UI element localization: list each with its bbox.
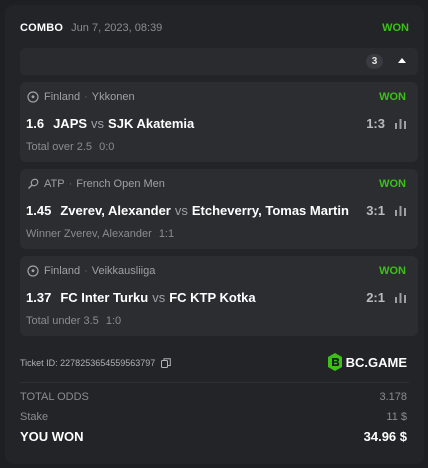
bet-leg-match: 1.6 JAPS vs SJK Akatemia 1:3 xyxy=(26,114,406,132)
stake-label: Stake xyxy=(20,411,49,423)
payout-label: YOU WON xyxy=(20,429,84,444)
stats-bars-icon[interactable] xyxy=(395,205,406,216)
bc-game-logo-icon xyxy=(327,353,342,371)
stake-value: 11 $ xyxy=(386,411,407,423)
caret-up-icon[interactable] xyxy=(398,58,406,63)
away-team: SJK Akatemia xyxy=(108,115,195,131)
bet-slip-card: COMBO Jun 7, 2023, 08:39 WON 3 Finland ·… xyxy=(5,5,424,464)
legs-count-badge: 3 xyxy=(366,54,383,69)
bet-slip-header: COMBO Jun 7, 2023, 08:39 WON xyxy=(20,19,409,37)
selection-label: Winner Zverev, Alexander xyxy=(26,228,152,240)
separator-dot: · xyxy=(84,265,88,277)
bet-leg-competition: Veikkausliiga xyxy=(91,265,156,277)
bet-leg-status: WON xyxy=(379,91,406,103)
bet-leg-status: WON xyxy=(379,265,406,277)
selection-score: 1:1 xyxy=(158,228,175,240)
home-team: FC Inter Turku xyxy=(60,289,149,305)
bet-leg-competition: French Open Men xyxy=(76,178,165,190)
bet-status: WON xyxy=(382,22,409,34)
selection-score: 0:0 xyxy=(99,141,115,153)
away-team: Etcheverry, Tomas Martin xyxy=(191,202,349,218)
bet-leg-country: Finland xyxy=(44,91,81,103)
bet-leg: ATP · French Open Men WON 1.45 Zverev, A… xyxy=(20,169,418,249)
bet-leg-country: ATP xyxy=(44,178,65,190)
home-team: Zverev, Alexander xyxy=(60,202,171,218)
bet-leg-selection: Total under 3.5 1:0 xyxy=(26,315,121,327)
ticket-id-label: Ticket ID: 2278253654559563797 xyxy=(20,358,156,368)
home-team: JAPS xyxy=(53,115,88,131)
total-odds-label: TOTAL ODDS xyxy=(20,391,89,403)
away-team: FC KTP Kotka xyxy=(169,289,256,305)
selection-label: Total over 2.5 xyxy=(26,141,93,153)
selection-score: 1:0 xyxy=(105,315,122,327)
bet-date: Jun 7, 2023, 08:39 xyxy=(71,22,163,34)
bet-leg: Finland · Veikkausliiga WON 1.37 FC Inte… xyxy=(20,256,418,336)
match-score: 2:1 xyxy=(366,289,385,305)
bet-leg-odds: 1.37 xyxy=(26,289,52,305)
match-score: 1:3 xyxy=(366,115,385,131)
separator-dot: · xyxy=(84,91,88,103)
bet-leg: Finland · Ykkonen WON 1.6 JAPS vs SJK Ak… xyxy=(20,82,418,162)
stake-row: Stake 11 $ xyxy=(20,411,407,423)
bet-leg-status: WON xyxy=(379,178,406,190)
bet-leg-match: 1.37 FC Inter Turku vs FC KTP Kotka 2:1 xyxy=(26,288,406,306)
separator-dot: · xyxy=(68,178,73,190)
brand-name: BC.GAME xyxy=(345,354,407,370)
match-score: 3:1 xyxy=(366,202,385,218)
soccer-ball-icon xyxy=(27,91,39,103)
total-odds-row: TOTAL ODDS 3.178 xyxy=(20,391,407,403)
total-odds-value: 3.178 xyxy=(379,391,407,403)
stats-bars-icon[interactable] xyxy=(395,118,406,129)
bet-type-label: COMBO xyxy=(20,22,64,34)
payout-value: 34.96 $ xyxy=(363,429,407,444)
bet-leg-match: 1.45 Zverev, Alexander vs Etcheverry, To… xyxy=(26,201,406,219)
soccer-ball-icon xyxy=(27,265,39,277)
bet-leg-competition: Ykkonen xyxy=(91,91,135,103)
vs-label: vs xyxy=(174,202,188,218)
bet-leg-selection: Total over 2.5 0:0 xyxy=(26,141,114,153)
brand-logo: BC.GAME xyxy=(327,353,407,371)
vs-label: vs xyxy=(152,289,166,305)
bet-leg-country: Finland xyxy=(44,265,81,277)
bet-leg-odds: 1.45 xyxy=(26,202,52,218)
ticket-id: Ticket ID: 2278253654559563797 xyxy=(20,358,172,368)
tennis-racket-icon xyxy=(28,178,39,189)
bet-leg-meta: ATP · French Open Men xyxy=(27,178,165,190)
bet-leg-meta: Finland · Veikkausliiga xyxy=(27,265,155,277)
bet-leg-odds: 1.6 xyxy=(26,115,45,131)
stats-bars-icon[interactable] xyxy=(395,292,406,303)
vs-label: vs xyxy=(91,115,105,131)
selection-label: Total under 3.5 xyxy=(26,315,99,327)
divider xyxy=(20,382,409,383)
payout-row: YOU WON 34.96 $ xyxy=(20,429,407,444)
bet-leg-selection: Winner Zverev, Alexander 1:1 xyxy=(26,228,174,240)
bet-leg-meta: Finland · Ykkonen xyxy=(27,91,135,103)
copy-icon[interactable] xyxy=(161,358,172,368)
legs-toggle-bar[interactable]: 3 xyxy=(20,48,418,75)
